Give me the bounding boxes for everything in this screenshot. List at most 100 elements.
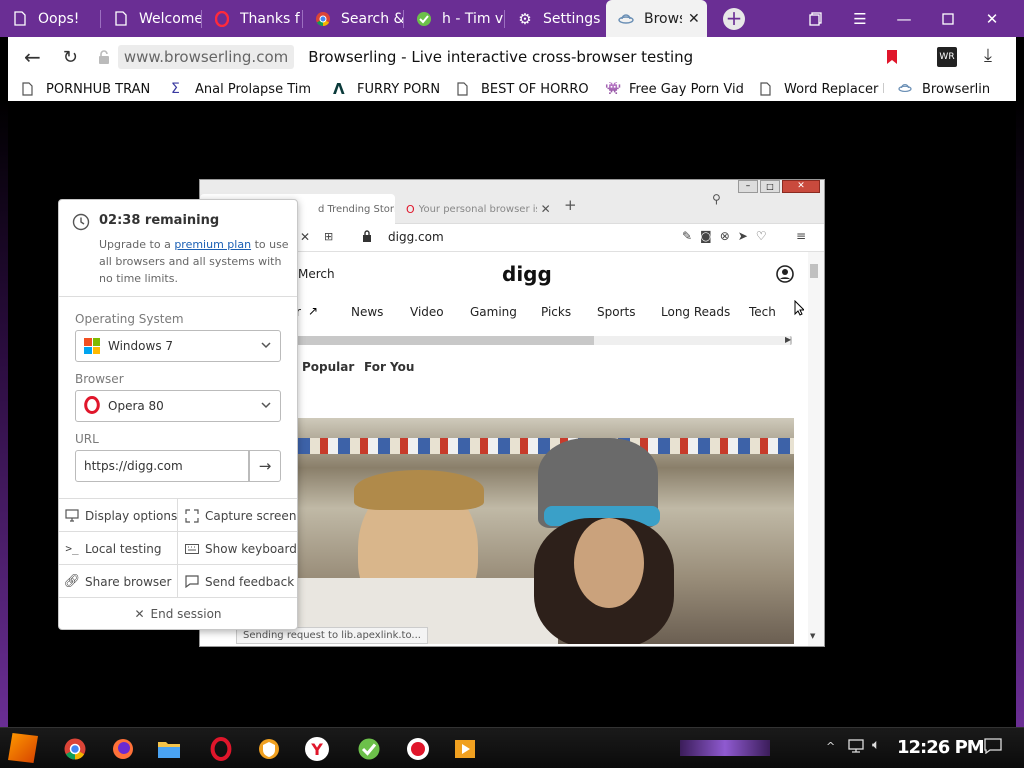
remote-tab-personal[interactable]: OYour personal browser is al✕ xyxy=(402,194,554,224)
subnav-popular[interactable]: Popular xyxy=(302,360,354,374)
nav-long-reads[interactable]: Long Reads xyxy=(661,305,730,319)
close-icon[interactable]: ✕ xyxy=(300,230,310,244)
close-icon[interactable]: ✕ xyxy=(541,202,551,216)
menu-icon[interactable]: ☰ xyxy=(838,0,882,37)
vertical-scrollbar[interactable] xyxy=(808,252,824,646)
tab-oops[interactable]: Oops! xyxy=(0,0,101,37)
chat-icon xyxy=(185,575,199,589)
volume-icon[interactable]: 🔈︎ xyxy=(872,737,880,753)
grid-icon[interactable]: ⊞ xyxy=(324,230,333,243)
url-input[interactable]: https://digg.com xyxy=(75,450,249,482)
bookmark-item[interactable]: Browserlin xyxy=(898,82,998,97)
remote-minimize-icon[interactable]: – xyxy=(738,180,758,193)
bookmark-item[interactable]: Λ FURRY PORN xyxy=(333,82,443,97)
network-icon[interactable] xyxy=(848,738,864,758)
tab-thanks[interactable]: Thanks f xyxy=(202,0,303,37)
tab-title: Welcome xyxy=(139,10,202,27)
record-icon[interactable] xyxy=(405,736,431,762)
media-player-icon[interactable] xyxy=(452,736,478,762)
reload-icon[interactable]: ↻ xyxy=(63,47,78,68)
tab-search[interactable]: Search & xyxy=(303,0,404,37)
new-tab-button[interactable]: + xyxy=(723,8,745,30)
local-testing-button[interactable]: >_ Local testing xyxy=(59,532,161,565)
page-title[interactable]: Browserling - Live interactive cross-bro… xyxy=(308,48,693,66)
display-options-button[interactable]: Display options xyxy=(59,499,177,532)
account-icon[interactable] xyxy=(776,265,794,287)
tab-title: Brows xyxy=(644,10,682,27)
tab-title: h - Tim v xyxy=(442,10,504,27)
toolbar-icons[interactable]: ✎◙⊗➤♡ xyxy=(682,229,775,243)
monitor-icon xyxy=(65,509,79,523)
article-image[interactable] xyxy=(298,418,794,644)
tab-settings[interactable]: ⚙ Settings xyxy=(505,0,606,37)
chrome-icon[interactable] xyxy=(62,736,88,762)
go-button[interactable]: → xyxy=(249,450,281,482)
bookmark-icon[interactable] xyxy=(886,49,898,69)
bookmark-item[interactable]: 👾 Free Gay Porn Vid xyxy=(605,82,746,97)
close-window-icon[interactable]: ✕ xyxy=(970,0,1014,37)
nav-gaming[interactable]: Gaming xyxy=(470,305,517,319)
nav-news[interactable]: News xyxy=(351,305,383,319)
maximize-icon[interactable] xyxy=(926,0,970,37)
scroll-right-icon[interactable]: ▶ xyxy=(785,335,791,344)
browser-select[interactable]: Opera 80 xyxy=(75,390,281,422)
capture-screen-button[interactable]: Capture screen xyxy=(179,499,296,532)
yandex-icon[interactable]: Y xyxy=(304,736,330,762)
premium-plan-link[interactable]: premium plan xyxy=(174,238,251,251)
site-info-icon[interactable] xyxy=(96,49,112,65)
shield-icon[interactable] xyxy=(256,736,282,762)
nav-sports[interactable]: Sports xyxy=(597,305,635,319)
remote-new-tab-button[interactable]: + xyxy=(564,196,577,214)
bookmark-item[interactable]: Σ Anal Prolapse Tim xyxy=(171,82,319,97)
back-arrow-icon[interactable]: ← xyxy=(24,45,41,69)
scroll-down-icon[interactable]: ▼ xyxy=(810,632,815,640)
url-domain[interactable]: www.browserling.com xyxy=(117,45,295,69)
chevron-down-icon xyxy=(260,399,272,414)
tab-title: Settings xyxy=(543,10,601,27)
share-browser-button[interactable]: 🔗︎ Share browser xyxy=(59,565,172,598)
document-icon xyxy=(12,11,28,27)
opera-icon: O xyxy=(406,202,415,216)
tab-title: Thanks f xyxy=(240,10,300,27)
close-icon[interactable]: ✕ xyxy=(688,11,700,27)
digg-logo[interactable]: digg xyxy=(502,262,552,286)
tab-welcome[interactable]: Welcome xyxy=(101,0,202,37)
link-icon: 🔗︎ xyxy=(63,574,81,589)
show-keyboard-button[interactable]: Show keyboard xyxy=(179,532,297,565)
mouse-cursor-icon xyxy=(794,299,806,320)
bookmark-item[interactable]: PORNHUB TRAN xyxy=(22,82,157,97)
sigma-icon: Σ xyxy=(171,81,180,97)
file-explorer-icon[interactable] xyxy=(156,736,182,762)
remote-url[interactable]: digg.com xyxy=(388,230,444,244)
remote-maximize-icon[interactable]: □ xyxy=(760,180,780,193)
document-icon xyxy=(22,82,36,96)
nav-video[interactable]: Video xyxy=(410,305,444,319)
send-feedback-button[interactable]: Send feedback xyxy=(179,565,294,598)
end-session-button[interactable]: ✕ End session xyxy=(59,598,297,630)
tab-browserling[interactable]: Brows ✕ xyxy=(606,0,707,37)
subnav-for-you[interactable]: For You xyxy=(364,360,414,374)
tab-title: Search & xyxy=(341,10,404,27)
bookmark-item[interactable]: BEST OF HORRO xyxy=(457,82,591,97)
tab-manager-icon[interactable] xyxy=(794,0,838,37)
bookmark-item[interactable]: Word Replacer II xyxy=(760,82,884,97)
minimize-icon[interactable]: — xyxy=(882,0,926,37)
tab-tim[interactable]: h - Tim v xyxy=(404,0,505,37)
tray-chevron-icon[interactable]: ^ xyxy=(826,740,835,753)
check-leaf-icon[interactable] xyxy=(356,736,382,762)
vertical-scroll-thumb[interactable] xyxy=(810,264,818,278)
start-button[interactable] xyxy=(8,733,38,763)
notification-icon[interactable] xyxy=(984,738,1002,758)
nav-tech[interactable]: Tech xyxy=(749,305,776,319)
remote-close-icon[interactable]: ✕ xyxy=(782,180,820,193)
nav-picks[interactable]: Picks xyxy=(541,305,571,319)
extension-icon[interactable]: WR xyxy=(937,47,957,67)
download-icon[interactable]: ⤓ xyxy=(984,45,992,66)
taskbar-clock[interactable]: 12:26 PM xyxy=(897,737,985,758)
merch-link[interactable]: Merch xyxy=(298,267,335,281)
settings-icon[interactable]: ≡ xyxy=(796,229,806,243)
remote-search-icon[interactable]: ⚲ xyxy=(712,192,721,206)
opera-icon[interactable] xyxy=(208,736,234,762)
os-select[interactable]: Windows 7 xyxy=(75,330,281,362)
firefox-icon[interactable] xyxy=(110,736,136,762)
